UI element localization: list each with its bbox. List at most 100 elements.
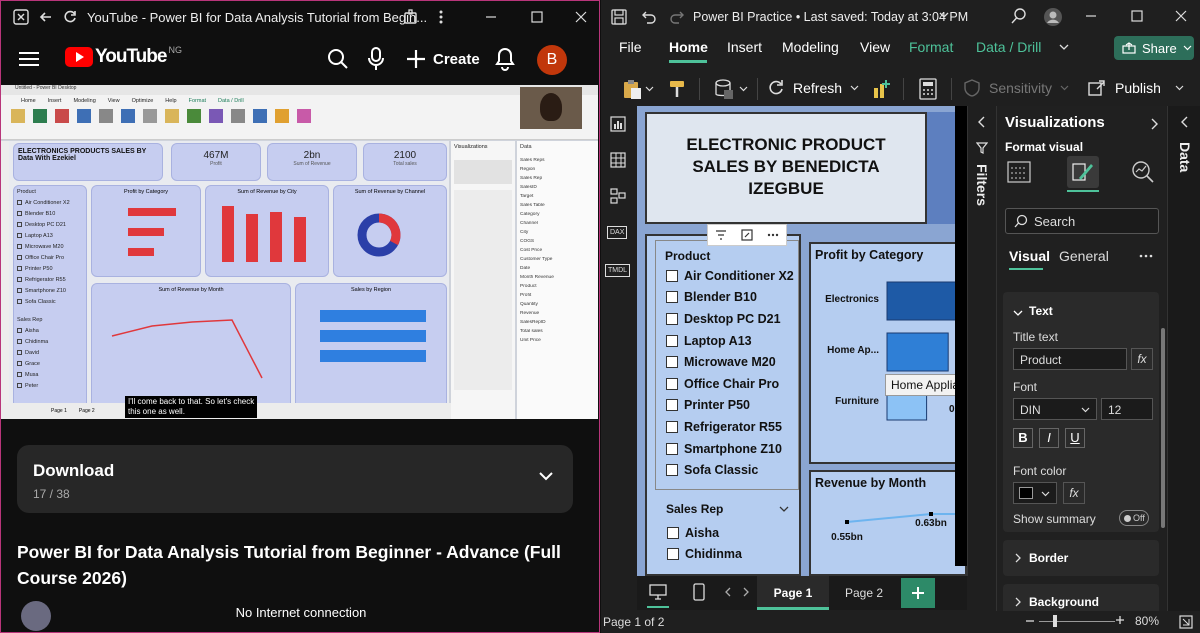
hamburger-icon[interactable] [19, 51, 39, 67]
page-tab-2[interactable]: Page 2 [829, 576, 899, 610]
zoom-in-icon[interactable] [1115, 615, 1125, 625]
data-point[interactable] [845, 520, 849, 524]
report-view-icon[interactable] [610, 116, 626, 132]
chevron-down-icon[interactable] [539, 472, 553, 481]
menu-file[interactable]: File [619, 39, 642, 55]
tab-general[interactable]: General [1059, 248, 1109, 264]
microphone-icon[interactable] [367, 47, 385, 71]
underline-button[interactable]: U [1065, 428, 1085, 448]
page-tab-1[interactable]: Page 1 [757, 576, 829, 610]
zoom-slider-thumb[interactable] [1053, 615, 1057, 627]
menu-modeling[interactable]: Modeling [782, 39, 839, 55]
checkbox[interactable] [666, 312, 678, 325]
table-view-icon[interactable] [610, 152, 626, 168]
font-family-select[interactable]: DIN [1013, 398, 1097, 420]
refresh-button[interactable]: Refresh [767, 79, 859, 97]
menu-format[interactable]: Format [909, 39, 953, 55]
viz-search-input[interactable]: Search [1005, 208, 1159, 234]
notifications-bell-icon[interactable] [495, 47, 515, 71]
model-view-icon[interactable] [610, 188, 626, 204]
new-visual-icon[interactable] [871, 78, 893, 100]
menu-insert[interactable]: Insert [727, 39, 762, 55]
italic-button[interactable]: I [1039, 428, 1059, 448]
checkbox[interactable] [666, 420, 678, 433]
close-icon[interactable] [575, 11, 587, 23]
product-slicer[interactable]: Product Air Conditioner X2 Blender B10 Des… [655, 240, 799, 490]
fx-button[interactable]: fx [1063, 482, 1085, 504]
youtube-logo[interactable]: YouTube NG [65, 45, 182, 68]
revenue-by-month-chart[interactable]: Revenue by Month 0.55bn 0.63bn [809, 470, 967, 576]
undo-icon[interactable] [641, 9, 657, 25]
fit-to-page-icon[interactable] [1179, 615, 1193, 629]
border-section[interactable]: Border [1003, 540, 1159, 576]
menu-data-drill[interactable]: Data / Drill [976, 39, 1041, 55]
minimize-icon[interactable] [485, 11, 497, 23]
bar[interactable] [886, 281, 960, 321]
share-button[interactable]: Share [1114, 36, 1194, 60]
bar[interactable] [886, 332, 949, 372]
paste-icon[interactable] [621, 78, 643, 100]
slicer-item[interactable]: Desktop PC D21 [666, 308, 796, 330]
slicer-item[interactable]: Printer P50 [666, 395, 796, 417]
chevron-right-icon[interactable] [1151, 118, 1159, 130]
save-icon[interactable] [611, 9, 627, 25]
analytics-icon[interactable] [1131, 160, 1155, 184]
download-card[interactable]: Download 17 / 38 [17, 445, 573, 513]
font-color-picker[interactable] [1013, 482, 1057, 504]
fx-button[interactable]: fx [1131, 348, 1153, 370]
data-pane-collapsed[interactable]: Data [1167, 106, 1200, 616]
maximize-icon[interactable] [1131, 10, 1143, 22]
bold-button[interactable]: B [1013, 428, 1033, 448]
slicer-item[interactable]: Chidinma [667, 544, 797, 566]
more-options-icon[interactable] [767, 233, 779, 237]
focus-mode-icon[interactable] [741, 229, 753, 241]
chevron-down-icon[interactable] [939, 12, 949, 18]
menu-home[interactable]: Home [669, 39, 708, 55]
account-icon[interactable] [1043, 7, 1063, 27]
data-source-icon[interactable] [713, 78, 735, 100]
redo-icon[interactable] [669, 9, 685, 25]
chevron-left-icon[interactable] [977, 116, 985, 128]
checkbox[interactable] [666, 377, 678, 390]
more-options-icon[interactable] [1139, 254, 1153, 258]
search-icon[interactable] [327, 48, 349, 70]
slicer-item[interactable]: Air Conditioner X2 [666, 265, 796, 287]
dax-query-view[interactable]: DAX [607, 226, 628, 239]
maximize-icon[interactable] [531, 11, 543, 23]
chevron-down-icon[interactable] [739, 86, 748, 92]
add-page-button[interactable] [901, 578, 935, 608]
kebab-menu-icon[interactable] [439, 9, 443, 25]
slicer-item[interactable]: Smartphone Z10 [666, 438, 796, 460]
chevron-left-icon[interactable] [1180, 116, 1188, 128]
profit-by-category-chart[interactable]: Profit by Category Electronics Home Ap...… [809, 242, 967, 464]
filters-pane-collapsed[interactable]: Filters [967, 106, 995, 576]
checkbox[interactable] [666, 464, 678, 477]
slicer-item[interactable]: Microwave M20 [666, 351, 796, 373]
extensions-icon[interactable] [403, 9, 419, 25]
format-visual-icon[interactable] [1067, 156, 1099, 188]
show-summary-toggle[interactable]: Off [1119, 510, 1149, 526]
slicer-item[interactable]: Office Chair Pro [666, 373, 796, 395]
checkbox[interactable] [667, 548, 679, 561]
chevron-down-icon[interactable] [645, 86, 654, 92]
checkbox[interactable] [666, 291, 678, 304]
video-player[interactable]: Untitled - Power BI Desktop Home Insert … [1, 85, 598, 419]
slicer-item[interactable]: Laptop A13 [666, 330, 796, 352]
report-title[interactable]: ELECTRONIC PRODUCT SALES BY BENEDICTA IZ… [645, 112, 927, 224]
slicer-item[interactable]: Aisha [667, 522, 797, 544]
chevron-down-icon[interactable] [1059, 44, 1069, 50]
avatar[interactable]: B [537, 45, 567, 75]
app-menu-icon[interactable] [13, 9, 29, 25]
checkbox[interactable] [666, 399, 678, 412]
desktop-layout-icon[interactable] [649, 584, 667, 600]
pane-scrollbar[interactable] [1161, 328, 1165, 528]
checkbox[interactable] [666, 269, 678, 282]
publish-button[interactable]: Publish [1087, 79, 1184, 97]
zoom-slider[interactable] [1039, 621, 1115, 622]
mobile-layout-icon[interactable] [693, 583, 705, 601]
title-text-input[interactable]: Product [1013, 348, 1127, 370]
checkbox[interactable] [666, 334, 678, 347]
filter-icon[interactable] [715, 230, 727, 240]
checkbox[interactable] [667, 526, 679, 539]
font-size-stepper[interactable]: 12 [1101, 398, 1153, 420]
